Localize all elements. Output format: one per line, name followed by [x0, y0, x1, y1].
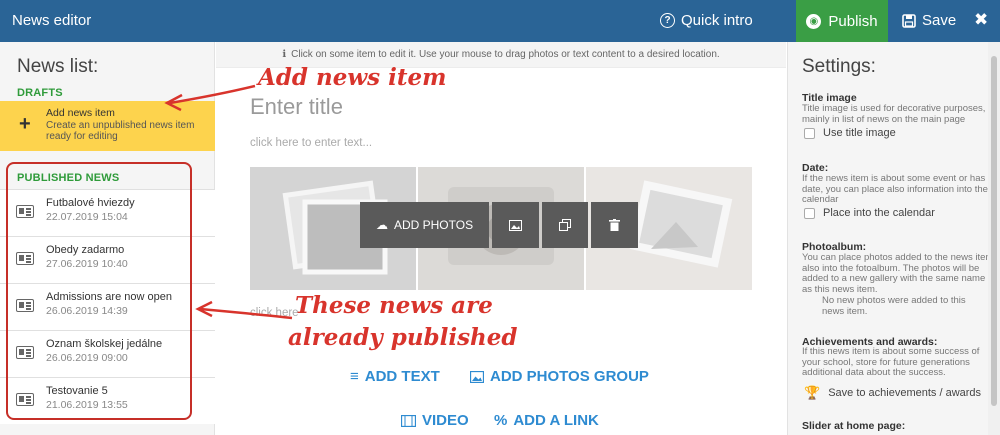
add-text-label: ADD TEXT: [364, 368, 440, 385]
date-desc: If the news item is about some event or …: [802, 173, 988, 205]
slider-title: Slider at home page:: [802, 420, 906, 432]
published-highlight-box: [6, 162, 192, 420]
question-icon: ?: [660, 13, 675, 28]
title-image-desc: Title image is used for decorative purpo…: [802, 103, 986, 125]
save-achievements-link[interactable]: 🏆 Save to achievements / awards: [804, 385, 981, 401]
add-news-item-desc: Create an unpublished news item ready fo…: [46, 120, 195, 142]
trophy-icon: 🏆: [804, 385, 821, 400]
image-icon: [470, 370, 484, 383]
annotation-published-line1: These news are: [295, 292, 493, 319]
drafts-label: DRAFTS: [17, 87, 63, 99]
achievements-desc: If this news item is about some success …: [802, 346, 980, 378]
copy-icon: [559, 219, 572, 231]
photo-toolbar: ☁ ADD PHOTOS: [360, 202, 639, 248]
add-news-item-title: Add news item: [46, 107, 115, 119]
floppy-icon: [902, 13, 916, 28]
title-input[interactable]: Enter title: [250, 94, 343, 120]
close-icon[interactable]: ✖: [974, 10, 988, 30]
add-photos-button[interactable]: ☁ ADD PHOTOS: [360, 202, 490, 248]
add-link-button[interactable]: % ADD A LINK: [494, 412, 599, 429]
add-link-label: ADD A LINK: [513, 412, 599, 429]
publish-label: Publish: [828, 12, 878, 30]
add-news-item-button[interactable]: + Add news item Create an unpublished ne…: [0, 101, 215, 151]
link-icon: %: [494, 412, 508, 429]
quick-intro-label: Quick intro: [681, 12, 753, 29]
hint-text: Click on some item to edit it. Use your …: [291, 49, 720, 60]
text-block[interactable]: click here to enter text...: [250, 137, 372, 149]
save-label: Save: [922, 12, 957, 29]
use-title-image-checkbox[interactable]: Use title image: [804, 127, 896, 139]
annotation-add-news-item: Add news item: [258, 64, 447, 91]
checkbox-box: [804, 207, 815, 219]
save-button[interactable]: Save: [902, 12, 956, 29]
checkbox-label: Use title image: [823, 127, 896, 139]
annotation-published-line2: already published: [288, 324, 518, 351]
info-icon: ℹ: [282, 49, 287, 60]
add-photos-group-label: ADD PHOTOS GROUP: [490, 368, 649, 385]
video-label: VIDEO: [422, 412, 469, 429]
image-settings-button[interactable]: [492, 202, 539, 248]
photoalbum-desc: You can place photos added to the news i…: [802, 252, 994, 295]
photoalbum-note: No new photos were added to this news it…: [822, 295, 966, 317]
trash-icon: [609, 219, 621, 231]
settings-heading: Settings:: [802, 56, 876, 77]
quick-intro-button[interactable]: ? Quick intro: [660, 12, 753, 29]
film-icon: [401, 414, 416, 427]
app-title: News editor: [12, 12, 92, 29]
editor-canvas: ℹ Click on some item to edit it. Use your…: [216, 42, 786, 435]
align-icon: ≡: [350, 368, 359, 385]
text-block-2[interactable]: click here: [250, 307, 299, 319]
news-editor-window: News editor ? Quick intro ◉ Publish Save…: [0, 0, 1000, 435]
news-list-heading: News list:: [17, 56, 99, 77]
cloud-upload-icon: ☁: [375, 218, 388, 232]
delete-button[interactable]: [591, 202, 639, 248]
publish-button[interactable]: ◉ Publish: [796, 0, 888, 42]
top-bar: News editor ? Quick intro ◉ Publish Save…: [0, 0, 1000, 42]
settings-scrollbar[interactable]: [988, 42, 1000, 435]
globe-icon: ◉: [806, 13, 822, 29]
checkbox-label: Place into the calendar: [823, 207, 935, 219]
add-text-button[interactable]: ≡ ADD TEXT: [350, 368, 440, 385]
image-icon: [508, 219, 522, 231]
add-video-button[interactable]: VIDEO: [401, 412, 469, 429]
add-photos-label: ADD PHOTOS: [393, 218, 474, 232]
add-photos-group-button[interactable]: ADD PHOTOS GROUP: [470, 368, 649, 385]
calendar-checkbox[interactable]: Place into the calendar: [804, 207, 935, 219]
save-achievements-label: Save to achievements / awards: [828, 387, 982, 399]
duplicate-button[interactable]: [541, 202, 589, 248]
plus-icon: +: [19, 113, 31, 135]
checkbox-box: [804, 127, 815, 139]
settings-panel: Settings: Title image Title image is use…: [787, 42, 1000, 435]
scrollbar-thumb[interactable]: [991, 56, 997, 406]
